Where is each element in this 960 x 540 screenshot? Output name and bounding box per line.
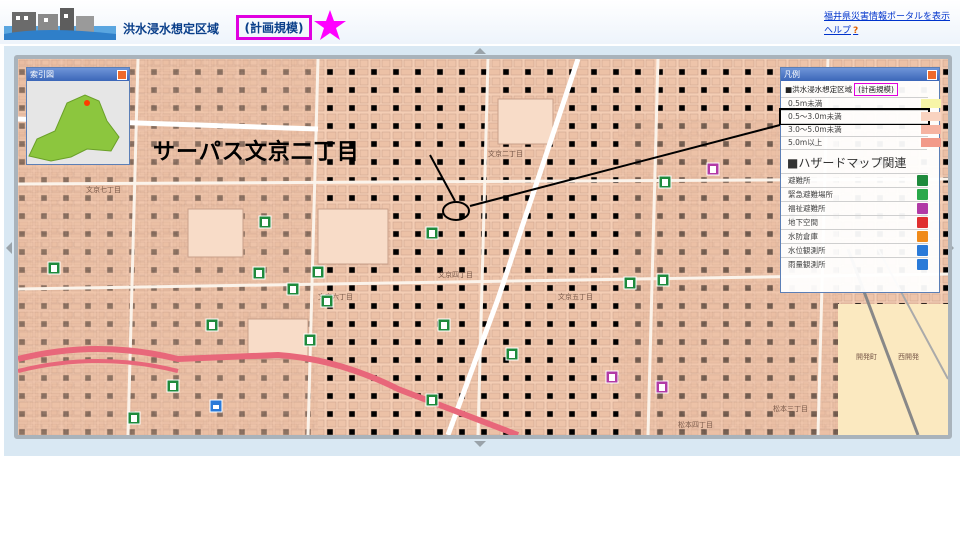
flood-warehouse-icon: [917, 231, 928, 242]
hazard-row: 福祉避難所: [781, 201, 928, 215]
legend-panel[interactable]: 凡例 ■洪水浸水想定区域 (計画規模) 0.5m未満 0.5〜3.0m未満 3.0…: [779, 67, 941, 293]
district-label: 文京七丁目: [86, 185, 121, 194]
help-icon[interactable]: ?: [853, 26, 858, 36]
fukui-logo: [4, 8, 116, 40]
depth-label: 5.0m以上: [788, 138, 823, 147]
depth-row: 0.5m未満: [781, 97, 941, 110]
page-title: 洪水浸水想定区域: [123, 22, 220, 36]
help-link[interactable]: ヘルプ?: [824, 23, 858, 36]
depth-swatch: [921, 125, 941, 134]
scale-badge: (計画規模): [236, 15, 312, 40]
depth-row: 5.0m以上: [781, 136, 941, 149]
pan-left-arrow[interactable]: [5, 238, 13, 258]
underground-icon: [917, 217, 928, 228]
emergency-site-icon: [917, 189, 928, 200]
pan-down-arrow[interactable]: [470, 440, 490, 448]
legend-layer-header: ■洪水浸水想定区域 (計画規模): [781, 81, 939, 97]
depth-row: 3.0〜5.0m未満: [781, 123, 941, 136]
depth-swatch: [921, 112, 941, 121]
hazard-row: 水位観測所: [781, 243, 928, 257]
hazard-label: 水防倉庫: [788, 232, 818, 241]
depth-label: 0.5m未満: [788, 99, 823, 108]
star-icon: [314, 10, 346, 40]
help-link-label[interactable]: ヘルプ: [824, 26, 851, 36]
hazard-row: 緊急避難場所: [781, 187, 928, 201]
legend-layer-scale: (計画規模): [854, 83, 898, 96]
depth-row-highlighted: 0.5〜3.0m未満: [779, 108, 941, 125]
hazard-label: 福祉避難所: [788, 204, 826, 213]
depth-label: 3.0〜5.0m未満: [788, 125, 842, 134]
shelter-icon: [917, 175, 928, 186]
legend-minimize-button[interactable]: [927, 70, 937, 80]
district-label: 文京四丁目: [438, 270, 473, 279]
depth-label: 0.5〜3.0m未満: [788, 112, 842, 121]
water-level-icon: [917, 245, 928, 256]
rain-gauge-icon: [917, 259, 928, 270]
district-label: 松本四丁目: [678, 420, 713, 429]
hazard-label: 緊急避難場所: [788, 190, 833, 199]
legend-title: 凡例: [781, 68, 939, 81]
index-map-title: 索引図: [27, 68, 129, 81]
disaster-portal-link[interactable]: 福井県災害情報ポータルを表示: [824, 9, 950, 22]
district-label: 文京五丁目: [558, 292, 593, 301]
legend-layer-label: ■洪水浸水想定区域: [785, 85, 853, 94]
index-map-title-label: 索引図: [30, 70, 54, 79]
depth-swatch: [921, 99, 941, 108]
depth-swatch: [921, 138, 941, 147]
index-map-panel[interactable]: 索引図: [26, 67, 130, 165]
hazard-label: 避難所: [788, 176, 811, 185]
district-label: 西開発: [898, 352, 919, 361]
minimize-button[interactable]: [117, 70, 127, 80]
place-annotation: サーパス文京二丁目: [153, 140, 360, 165]
hazard-row: 雨量観測所: [781, 257, 928, 271]
app-header: 洪水浸水想定区域 (計画規模) 福井県災害情報ポータルを表示 ヘルプ?: [0, 0, 960, 44]
hazard-row: 避難所: [781, 173, 928, 187]
hazard-label: 雨量観測所: [788, 260, 826, 269]
welfare-shelter-icon: [917, 203, 928, 214]
district-label: 文京二丁目: [488, 149, 523, 158]
hazard-row: 地下空間: [781, 215, 928, 229]
index-map-canvas[interactable]: [27, 81, 129, 164]
hazard-label: 水位観測所: [788, 246, 826, 255]
district-label: 開発町: [856, 352, 877, 361]
district-label: 松本三丁目: [773, 404, 808, 413]
hazard-label: 地下空間: [788, 218, 818, 227]
pan-up-arrow[interactable]: [470, 47, 490, 55]
legend-title-label: 凡例: [784, 70, 800, 79]
hazard-section-title: ■ハザードマップ関連: [781, 149, 927, 173]
hazard-row: 水防倉庫: [781, 229, 928, 243]
